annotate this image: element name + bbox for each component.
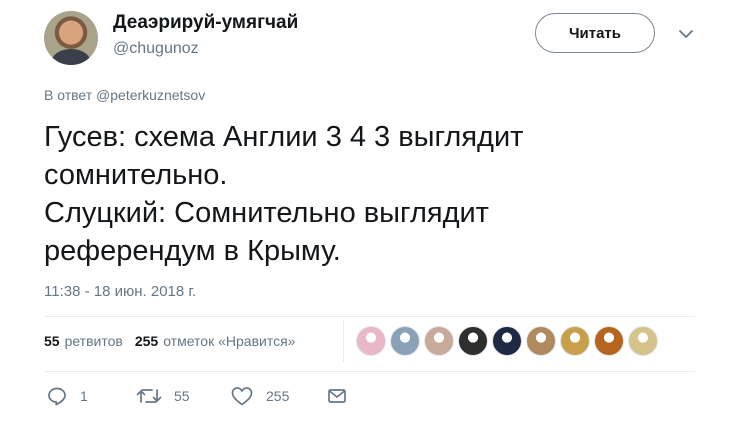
liker-avatars	[356, 326, 662, 356]
retweet-button[interactable]: 55	[136, 385, 190, 407]
reply-count: 1	[80, 388, 88, 404]
liker-avatar[interactable]	[594, 326, 624, 356]
reply-button[interactable]: 1	[46, 385, 88, 407]
author-avatar[interactable]	[44, 11, 98, 65]
liker-avatar[interactable]	[458, 326, 488, 356]
liker-avatar[interactable]	[492, 326, 522, 356]
likes-label: отметок «Нравится»	[163, 333, 296, 349]
author-username[interactable]: @chugunoz	[113, 40, 199, 58]
stats-separator	[343, 320, 344, 362]
liker-avatar[interactable]	[424, 326, 454, 356]
follow-button[interactable]: Читать	[535, 13, 655, 53]
retweets-count: 55	[44, 333, 60, 349]
retweet-icon	[136, 389, 162, 403]
tweet-timestamp[interactable]: 11:38 - 18 июн. 2018 г.	[44, 283, 196, 300]
liker-avatar[interactable]	[560, 326, 590, 356]
retweet-count: 55	[174, 388, 190, 404]
reply-prefix: В ответ	[44, 87, 93, 103]
liker-avatar[interactable]	[390, 326, 420, 356]
tweet-line: сомнительно.	[44, 159, 228, 191]
tweet-line: Гусев: схема Англии 3 4 3 выглядит	[44, 121, 524, 153]
like-icon	[231, 387, 253, 406]
retweets-label: ретвитов	[64, 333, 123, 349]
liker-avatar[interactable]	[526, 326, 556, 356]
author-display-name[interactable]: Деаэрируй-умягчай	[113, 12, 298, 34]
tweet-stats: 55 ретвитов 255 отметок «Нравится»	[44, 333, 307, 349]
reply-icon	[48, 387, 66, 406]
like-button[interactable]: 255	[230, 385, 289, 407]
tweet-line: Слуцкий: Сомнительно выглядит	[44, 197, 489, 229]
like-count: 255	[266, 388, 290, 404]
divider-top	[44, 316, 695, 317]
chevron-down-icon[interactable]	[676, 24, 696, 44]
likes-count: 255	[134, 333, 159, 349]
reply-context: В ответ @peterkuznetsov	[44, 87, 205, 103]
tweet-line: референдум в Крыму.	[44, 235, 341, 267]
tweet-text: Гусев: схема Англии 3 4 3 выглядит сомни…	[44, 118, 644, 270]
direct-message-button[interactable]	[326, 385, 348, 407]
likes-stat[interactable]: 255 отметок «Нравится»	[135, 333, 296, 349]
liker-avatar[interactable]	[356, 326, 386, 356]
divider-bottom	[44, 371, 695, 372]
reply-handle-link[interactable]: @peterkuznetsov	[96, 87, 205, 103]
retweets-stat[interactable]: 55 ретвитов	[44, 333, 123, 349]
avatar-shirt	[52, 49, 90, 65]
message-icon	[328, 389, 346, 403]
liker-avatar[interactable]	[628, 326, 658, 356]
